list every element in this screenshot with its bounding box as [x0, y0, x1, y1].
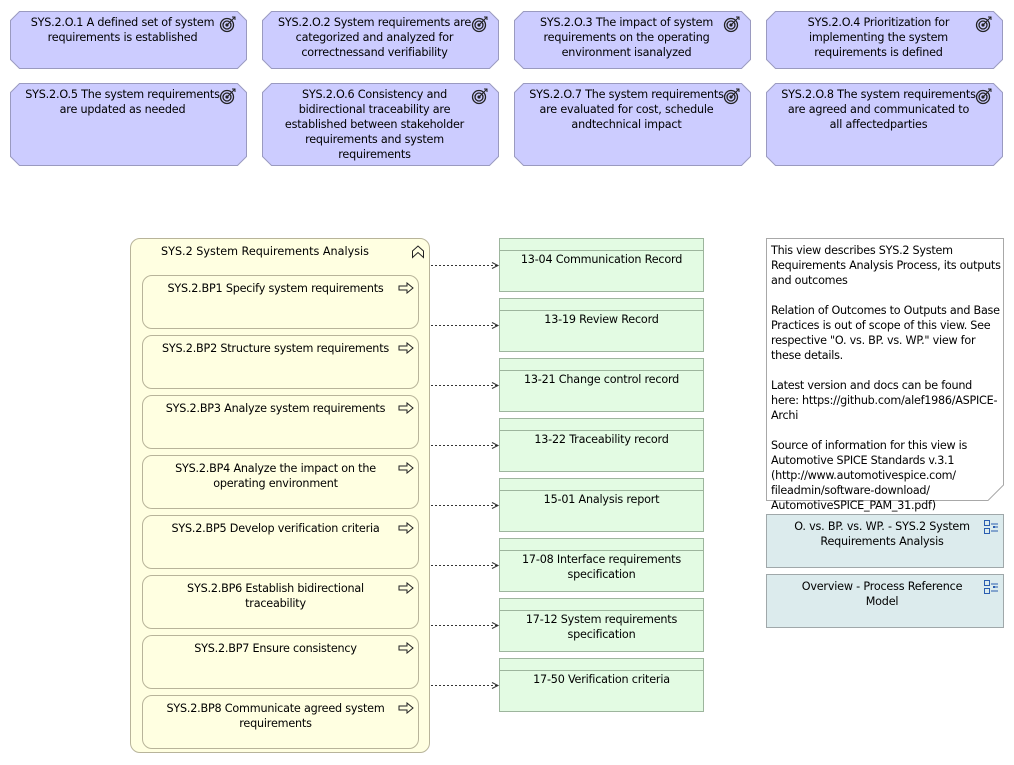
base-practice-text: SYS.2.BP1 Specify system requirements [167, 282, 384, 295]
process-arrow-icon [398, 342, 414, 354]
work-product-text: 15-01 Analysis report [543, 493, 660, 506]
work-product-text: 17-08 Interface requirements specificati… [522, 553, 681, 581]
goal-target-icon [219, 16, 236, 33]
work-product-header-band [500, 539, 703, 551]
work-product-header-band [500, 419, 703, 431]
view-reference-o-bp-wp[interactable]: O. vs. BP. vs. WP. - SYS.2 System Requir… [766, 514, 1004, 568]
process-arrow-icon [398, 582, 414, 594]
work-product-text: 13-04 Communication Record [520, 253, 683, 266]
work-product-13-21[interactable]: 13-21 Change control record [499, 358, 704, 412]
connector-arrowhead [491, 262, 500, 269]
base-practice-bp6[interactable]: SYS.2.BP6 Establish bidirectional tracea… [142, 575, 419, 629]
outcome-sys-2-o-8[interactable]: SYS.2.O.8 The system requirements are ag… [766, 83, 1003, 166]
base-practice-bp5[interactable]: SYS.2.BP5 Develop verification criteria [142, 515, 419, 569]
work-product-text: 17-12 System requirements specification [525, 613, 678, 641]
work-product-17-50[interactable]: 17-50 Verification criteria [499, 658, 704, 712]
work-product-17-12[interactable]: 17-12 System requirements specification [499, 598, 704, 652]
connector-arrowhead [491, 622, 500, 629]
diagram-model-icon [984, 520, 998, 534]
process-arrow-icon [398, 462, 414, 474]
goal-target-icon [219, 88, 236, 105]
connector-arrowhead [491, 682, 500, 689]
work-product-13-04[interactable]: 13-04 Communication Record [499, 238, 704, 292]
base-practice-text: SYS.2.BP5 Develop verification criteria [171, 522, 380, 535]
work-product-text: 13-21 Change control record [523, 373, 680, 386]
work-product-text: 13-19 Review Record [544, 313, 659, 326]
work-product-15-01[interactable]: 15-01 Analysis report [499, 478, 704, 532]
process-arrow-icon [398, 402, 414, 414]
base-practice-bp4[interactable]: SYS.2.BP4 Analyze the impact on the oper… [142, 455, 419, 509]
goal-target-icon [471, 88, 488, 105]
base-practice-text: SYS.2.BP3 Analyze system requirements [165, 402, 386, 415]
process-arrow-icon [398, 702, 414, 714]
outcome-sys-2-o-7[interactable]: SYS.2.O.7 The system requirements are ev… [514, 83, 751, 166]
work-product-13-19[interactable]: 13-19 Review Record [499, 298, 704, 352]
work-product-header-band [500, 239, 703, 251]
base-practice-bp7[interactable]: SYS.2.BP7 Ensure consistency [142, 635, 419, 689]
work-product-header-band [500, 599, 703, 611]
work-product-13-22[interactable]: 13-22 Traceability record [499, 418, 704, 472]
outcome-text: SYS.2.O.7 The system requirements are ev… [529, 88, 724, 131]
work-product-header-band [500, 299, 703, 311]
outcome-sys-2-o-6[interactable]: SYS.2.O.6 Consistency and bidirectional … [262, 83, 499, 166]
outcome-sys-2-o-4[interactable]: SYS.2.O.4 Prioritization for implementin… [766, 11, 1003, 69]
process-arrow-icon [398, 522, 414, 534]
goal-target-icon [723, 16, 740, 33]
process-arrow-icon [398, 642, 414, 654]
outcome-text: SYS.2.O.1 A defined set of system requir… [30, 16, 215, 44]
outcome-text: SYS.2.O.5 The system requirements are up… [25, 88, 220, 116]
process-sys2[interactable]: SYS.2 System Requirements Analysis SYS.2… [130, 238, 430, 753]
outcome-sys-2-o-1[interactable]: SYS.2.O.1 A defined set of system requir… [10, 11, 247, 69]
work-product-header-band [500, 359, 703, 371]
goal-target-icon [975, 88, 992, 105]
diagram-model-icon [984, 580, 998, 594]
work-product-header-band [500, 659, 703, 671]
outcome-sys-2-o-5[interactable]: SYS.2.O.5 The system requirements are up… [10, 83, 247, 166]
process-arrow-icon [398, 282, 414, 294]
process-title: SYS.2 System Requirements Analysis [161, 245, 369, 258]
base-practice-bp2[interactable]: SYS.2.BP2 Structure system requirements [142, 335, 419, 389]
note-text: This view describes SYS.2 System Require… [771, 244, 1001, 512]
connector-arrowhead [491, 502, 500, 509]
base-practice-bp3[interactable]: SYS.2.BP3 Analyze system requirements [142, 395, 419, 449]
base-practice-text: SYS.2.BP8 Communicate agreed system requ… [166, 702, 385, 730]
work-product-text: 13-22 Traceability record [534, 433, 669, 446]
goal-target-icon [471, 16, 488, 33]
view-reference-label: Overview - Process Reference Model [801, 580, 963, 608]
outcome-text: SYS.2.O.6 Consistency and bidirectional … [284, 88, 465, 161]
base-practice-bp8[interactable]: SYS.2.BP8 Communicate agreed system requ… [142, 695, 419, 749]
work-product-17-08[interactable]: 17-08 Interface requirements specificati… [499, 538, 704, 592]
outcome-text: SYS.2.O.3 The impact of system requireme… [539, 16, 714, 59]
goal-target-icon [975, 16, 992, 33]
outcome-text: SYS.2.O.2 System requirements are catego… [277, 16, 472, 59]
outcome-sys-2-o-2[interactable]: SYS.2.O.2 System requirements are catego… [262, 11, 499, 69]
connector-arrowhead [491, 322, 500, 329]
outcome-sys-2-o-3[interactable]: SYS.2.O.3 The impact of system requireme… [514, 11, 751, 69]
connector-arrowhead [491, 382, 500, 389]
description-note[interactable]: This view describes SYS.2 System Require… [766, 238, 1004, 512]
connector-arrowhead [491, 562, 500, 569]
work-product-text: 17-50 Verification criteria [533, 673, 670, 686]
base-practice-bp1[interactable]: SYS.2.BP1 Specify system requirements [142, 275, 419, 329]
outcome-text: SYS.2.O.4 Prioritization for implementin… [807, 16, 950, 59]
view-reference-label: O. vs. BP. vs. WP. - SYS.2 System Requir… [794, 520, 970, 548]
base-practice-text: SYS.2.BP2 Structure system requirements [161, 342, 390, 355]
work-product-header-band [500, 479, 703, 491]
goal-target-icon [723, 88, 740, 105]
connector-arrowhead [491, 442, 500, 449]
process-icon [412, 245, 424, 259]
base-practice-text: SYS.2.BP4 Analyze the impact on the oper… [175, 462, 376, 490]
view-reference-overview-prm[interactable]: Overview - Process Reference Model [766, 574, 1004, 628]
base-practice-text: SYS.2.BP6 Establish bidirectional tracea… [187, 582, 364, 610]
base-practice-text: SYS.2.BP7 Ensure consistency [194, 642, 357, 655]
outcome-text: SYS.2.O.8 The system requirements are ag… [781, 88, 976, 131]
